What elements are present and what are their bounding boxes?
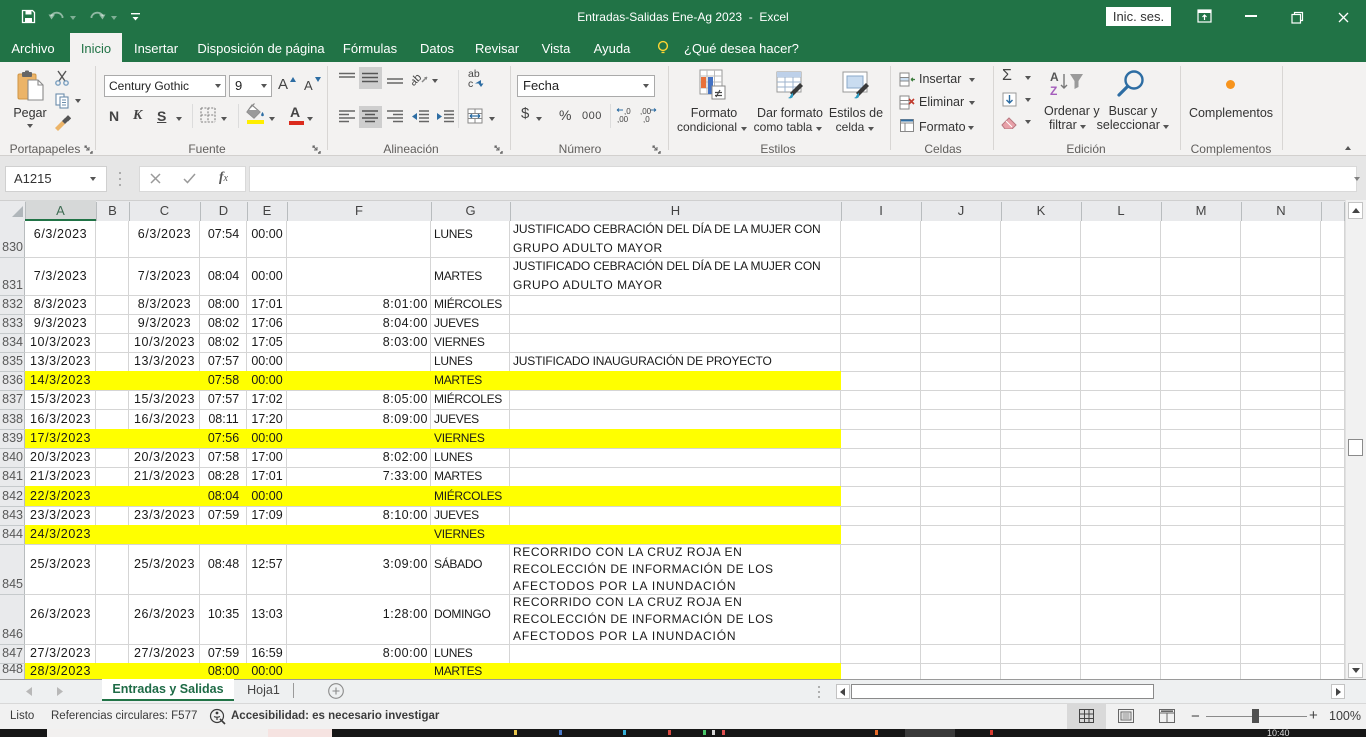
svg-text:c: c — [468, 78, 473, 88]
svg-text:,00: ,00 — [617, 115, 629, 123]
svg-text:A: A — [1050, 70, 1059, 84]
svg-text:Z: Z — [1050, 84, 1057, 98]
svg-text:ab: ab — [412, 72, 424, 87]
